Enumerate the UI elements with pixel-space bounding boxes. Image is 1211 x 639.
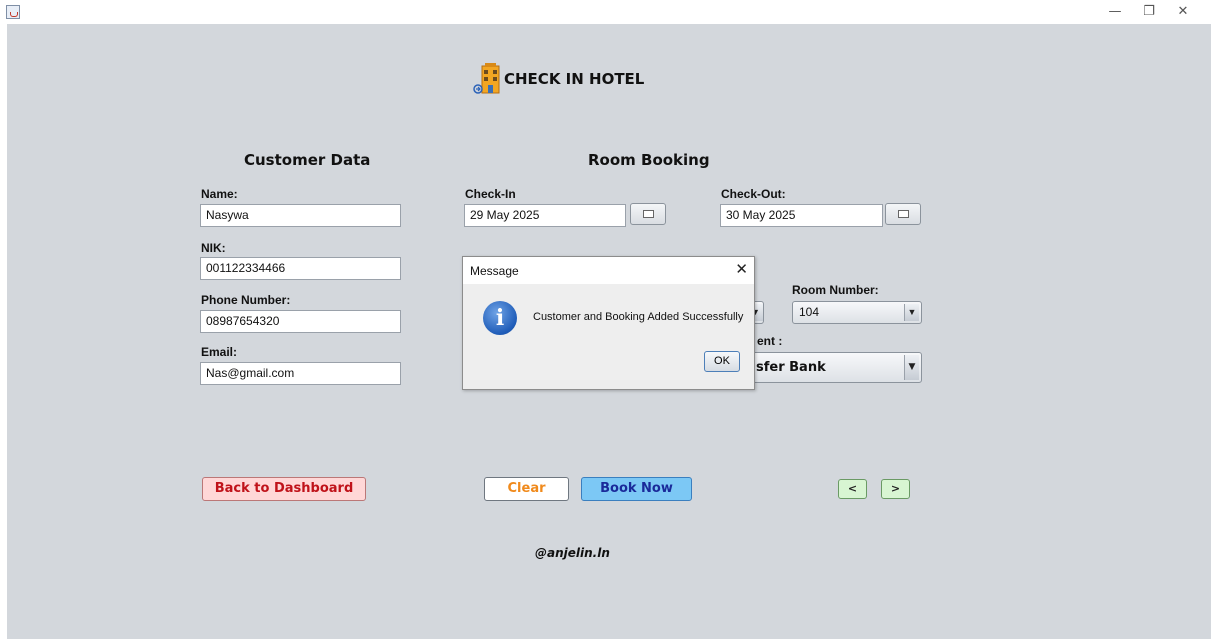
- room-number-combo[interactable]: 104 ▼: [792, 301, 922, 324]
- checkout-calendar-button[interactable]: [885, 203, 921, 225]
- back-to-dashboard-button[interactable]: Back to Dashboard: [202, 477, 366, 501]
- email-field[interactable]: Nas@gmail.com: [200, 362, 401, 385]
- main-panel: CHECK IN HOTEL Customer Data Name: Nasyw…: [7, 24, 1211, 639]
- credit-text: @anjelin.ln: [535, 546, 610, 560]
- minimize-button[interactable]: —: [1098, 0, 1132, 24]
- checkout-label: Check-Out:: [721, 187, 786, 201]
- checkin-label: Check-In: [465, 187, 516, 201]
- checkin-calendar-button[interactable]: [630, 203, 666, 225]
- close-window-button[interactable]: ✕: [1166, 0, 1200, 24]
- close-icon[interactable]: ✕: [735, 260, 748, 278]
- email-label: Email:: [201, 345, 238, 359]
- payment-method-value: sfer Bank: [756, 360, 826, 375]
- dialog-title: Message ✕: [463, 257, 754, 284]
- info-icon: i: [483, 301, 517, 335]
- chevron-down-icon: ▼: [904, 304, 919, 321]
- room-booking-heading: Room Booking: [588, 151, 710, 169]
- app-window: — ❐ ✕ CHECK IN HOTEL Customer Data Name:…: [0, 0, 1211, 639]
- ok-button[interactable]: OK: [704, 351, 740, 372]
- chevron-down-icon: ▼: [904, 355, 919, 380]
- room-number-value: 104: [799, 305, 820, 319]
- calendar-icon: [898, 210, 909, 218]
- payment-label: ent :: [757, 334, 783, 348]
- message-dialog: Message ✕ i Customer and Booking Added S…: [462, 256, 755, 390]
- phone-field[interactable]: 08987654320: [200, 310, 401, 333]
- checkin-date-field[interactable]: 29 May 2025: [464, 204, 626, 227]
- customer-data-heading: Customer Data: [244, 151, 371, 169]
- nik-label: NIK:: [201, 241, 226, 255]
- hotel-building-icon: [473, 60, 503, 94]
- clear-button[interactable]: Clear: [484, 477, 569, 501]
- nik-field[interactable]: 001122334466: [200, 257, 401, 280]
- checkout-date-field[interactable]: 30 May 2025: [720, 204, 883, 227]
- payment-method-combo[interactable]: sfer Bank ▼: [747, 352, 922, 383]
- next-button[interactable]: >: [881, 479, 910, 499]
- previous-button[interactable]: <: [838, 479, 867, 499]
- book-now-button[interactable]: Book Now: [581, 477, 692, 501]
- calendar-icon: [643, 210, 654, 218]
- name-field[interactable]: Nasywa: [200, 204, 401, 227]
- java-app-icon: [6, 5, 20, 19]
- page-title: CHECK IN HOTEL: [504, 70, 645, 88]
- dialog-message: Customer and Booking Added Successfully: [533, 311, 744, 323]
- title-bar: — ❐ ✕: [0, 0, 1211, 24]
- dialog-title-text: Message: [470, 264, 519, 278]
- phone-label: Phone Number:: [201, 293, 291, 307]
- name-label: Name:: [201, 187, 238, 201]
- room-number-label: Room Number:: [792, 283, 879, 297]
- restore-button[interactable]: ❐: [1132, 0, 1166, 24]
